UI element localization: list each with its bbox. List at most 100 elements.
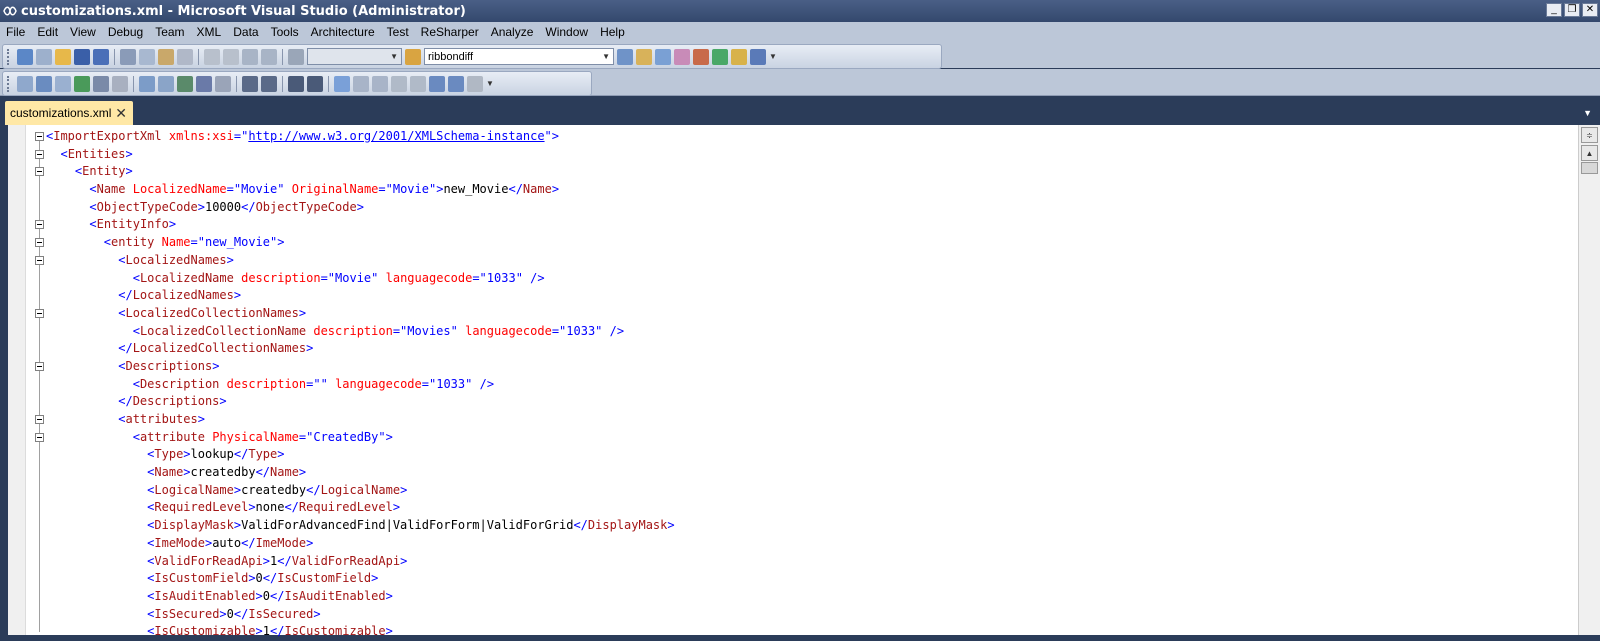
uncomment-icon[interactable]: [307, 75, 323, 92]
format-icon[interactable]: [196, 75, 212, 92]
comment-icon[interactable]: [288, 75, 304, 92]
next-bookmark-icon[interactable]: [372, 75, 388, 92]
run-xslt-icon[interactable]: [74, 75, 90, 92]
increase-indent-icon[interactable]: [261, 75, 277, 92]
menu-resharper[interactable]: ReSharper: [415, 25, 485, 39]
close-window-button[interactable]: ✕: [1582, 3, 1598, 17]
collapse-icon[interactable]: [35, 167, 44, 177]
show-xslt-output-icon[interactable]: [36, 75, 52, 92]
collapse-icon[interactable]: [35, 432, 44, 442]
menu-help[interactable]: Help: [594, 25, 631, 39]
toolbar-grip[interactable]: [7, 48, 12, 65]
toolbar-options-icon[interactable]: ▼: [486, 79, 494, 88]
new-project-icon[interactable]: [17, 48, 33, 65]
menu-view[interactable]: View: [64, 25, 102, 39]
object-browser-icon[interactable]: [674, 48, 690, 65]
command-window-icon[interactable]: [750, 48, 766, 65]
next-bookmark-folder-icon[interactable]: [410, 75, 426, 92]
toolbar-options-icon[interactable]: ▼: [769, 52, 777, 61]
find-combo[interactable]: ribbondiff ▼: [424, 48, 614, 65]
close-icon[interactable]: ✕: [115, 105, 127, 122]
paste-icon[interactable]: [158, 48, 174, 65]
collapse-icon[interactable]: [35, 255, 44, 265]
create-schema-icon[interactable]: [17, 75, 33, 92]
toolbar-grip[interactable]: [7, 75, 12, 92]
relations-icon[interactable]: [177, 75, 193, 92]
bookmark-icon[interactable]: [334, 75, 350, 92]
chevron-down-icon[interactable]: ▼: [1583, 108, 1592, 118]
collapse-icon[interactable]: [35, 361, 44, 371]
clear-bookmarks-icon[interactable]: [467, 75, 483, 92]
decrease-indent-icon[interactable]: [242, 75, 258, 92]
add-item-icon[interactable]: [36, 48, 52, 65]
collapse-icon[interactable]: [35, 238, 44, 248]
validate-icon[interactable]: [112, 75, 128, 92]
code-token: Name: [270, 465, 299, 480]
find-icon[interactable]: [617, 48, 633, 65]
class-view-icon[interactable]: [731, 48, 747, 65]
save-icon[interactable]: [74, 48, 90, 65]
collapse-icon[interactable]: [35, 415, 44, 424]
scroll-up-button[interactable]: ▲: [1581, 145, 1598, 161]
prev-bookmark-doc-icon[interactable]: [429, 75, 445, 92]
code-token: >: [125, 164, 133, 179]
debug-xslt-icon[interactable]: [55, 75, 71, 92]
collapse-icon[interactable]: [35, 132, 44, 141]
previous-bookmark-icon[interactable]: [353, 75, 369, 92]
next-bookmark-doc-icon[interactable]: [448, 75, 464, 92]
schema-set-icon[interactable]: [93, 75, 109, 92]
solution-explorer-icon[interactable]: [636, 48, 652, 65]
solution-config-combo[interactable]: ▼: [307, 48, 402, 65]
collapse-icon[interactable]: [35, 149, 44, 159]
start-debugging-icon[interactable]: [288, 48, 304, 65]
collapse-icon[interactable]: [35, 220, 44, 230]
vertical-scrollbar[interactable]: ≑ ▲: [1578, 125, 1600, 635]
menu-xml[interactable]: XML: [191, 25, 228, 39]
grid-view-icon[interactable]: [158, 75, 174, 92]
menu-analyze[interactable]: Analyze: [485, 25, 540, 39]
split-handle[interactable]: ≑: [1581, 127, 1598, 143]
code-token: />: [609, 323, 625, 338]
navigate-backward-icon[interactable]: [242, 48, 258, 65]
attribute-icon[interactable]: [215, 75, 231, 92]
find-in-files-icon[interactable]: [405, 48, 421, 65]
menu-team[interactable]: Team: [149, 25, 190, 39]
collapse-icon[interactable]: [35, 308, 44, 318]
code-token: LocalizedCollectionNames: [125, 305, 299, 320]
properties-icon[interactable]: [655, 48, 671, 65]
prev-bookmark-folder-icon[interactable]: [391, 75, 407, 92]
navigate-forward-icon[interactable]: [261, 48, 277, 65]
code-token: >: [168, 217, 177, 232]
menu-debug[interactable]: Debug: [102, 25, 149, 39]
code-token: <: [89, 182, 97, 197]
toolbox-icon[interactable]: [693, 48, 709, 65]
tree-view-icon[interactable]: [139, 75, 155, 92]
xml-editor[interactable]: <ImportExportXml xmlns:xsi="http://www.w…: [0, 125, 1600, 638]
menu-edit[interactable]: Edit: [31, 25, 64, 39]
menu-tools[interactable]: Tools: [265, 25, 305, 39]
menu-architecture[interactable]: Architecture: [305, 25, 381, 39]
menu-file[interactable]: File: [0, 25, 31, 39]
menu-data[interactable]: Data: [227, 25, 264, 39]
cut-icon[interactable]: [120, 48, 136, 65]
code-token: <: [103, 235, 112, 250]
undo-icon[interactable]: [204, 48, 220, 65]
team-explorer-icon[interactable]: [712, 48, 728, 65]
open-file-icon[interactable]: [55, 48, 71, 65]
save-all-icon[interactable]: [93, 48, 109, 65]
url-link[interactable]: http://www.w3.org/2001/XMLSchema-instanc…: [248, 129, 544, 143]
menu-test[interactable]: Test: [381, 25, 415, 39]
menu-window[interactable]: Window: [539, 25, 594, 39]
redo-icon[interactable]: [223, 48, 239, 65]
minimize-button[interactable]: _: [1546, 3, 1562, 17]
scroll-thumb[interactable]: [1581, 162, 1598, 174]
tab-customizations-xml[interactable]: customizations.xml ✕: [5, 101, 133, 125]
restore-button[interactable]: ❐: [1564, 3, 1580, 17]
code-token: </: [262, 571, 278, 586]
copy-icon[interactable]: [139, 48, 155, 65]
delete-icon[interactable]: [177, 48, 193, 65]
